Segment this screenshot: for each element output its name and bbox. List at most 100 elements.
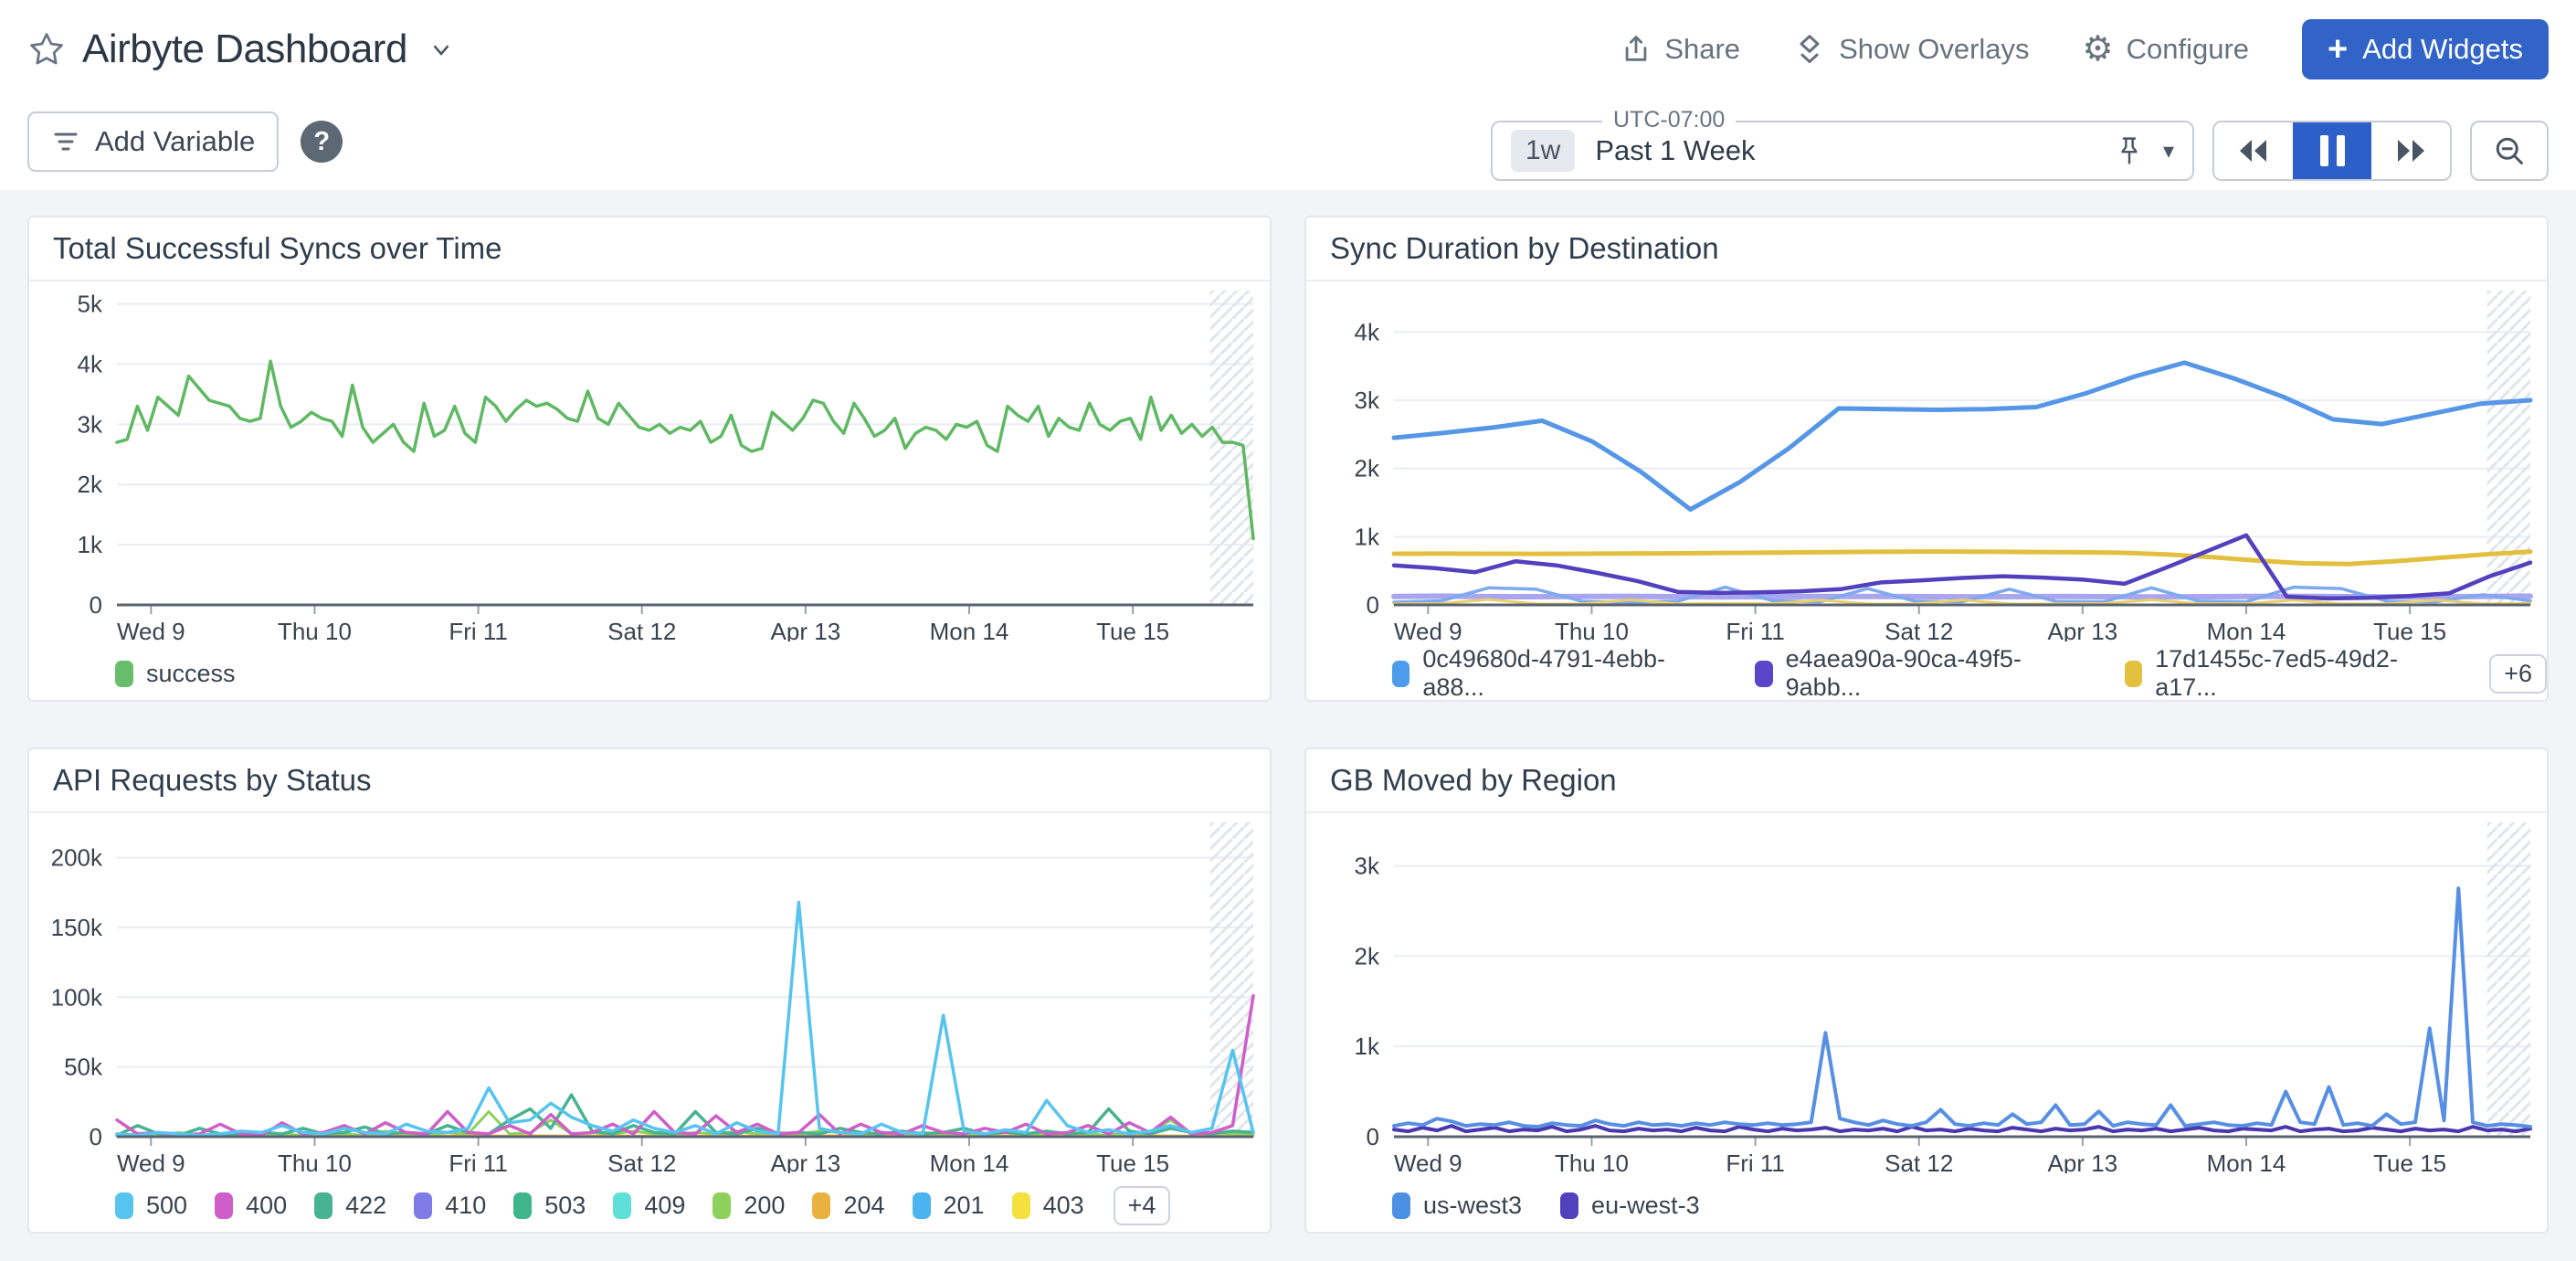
- time-media-controls: [2212, 121, 2452, 181]
- legend-label: 500: [146, 1192, 187, 1220]
- svg-text:3k: 3k: [1355, 387, 1380, 414]
- share-icon: [1621, 34, 1652, 65]
- svg-text:Apr 13: Apr 13: [2048, 618, 2118, 641]
- legend-item[interactable]: us-west3: [1392, 1192, 1522, 1220]
- svg-text:0: 0: [90, 1123, 102, 1150]
- time-range-selector[interactable]: UTC-07:00 1w Past 1 Week ▾: [1491, 121, 2194, 181]
- svg-text:Wed 9: Wed 9: [1394, 618, 1462, 641]
- sync-duration-legend: 0c49680d-4791-4ebb-a88... e4aea90a-90ca-4…: [1306, 640, 2547, 702]
- legend-item[interactable]: 410: [414, 1192, 486, 1220]
- api-requests-legend: 500 400 422 410 503 409 200 204 201 403 +4: [29, 1171, 1270, 1234]
- legend-label: eu-west-3: [1591, 1192, 1700, 1220]
- sync-duration-chart[interactable]: 01k2k3k4kWed 9Thu 10Fri 11Sat 12Apr 13Mo…: [1306, 281, 2547, 640]
- share-button[interactable]: Share: [1621, 33, 1740, 66]
- widget-api-requests: API Requests by Status 050k100k150k200kW…: [27, 747, 1272, 1234]
- total-syncs-legend: success: [29, 640, 1270, 702]
- legend-color-chip: [1755, 661, 1772, 687]
- svg-text:Wed 9: Wed 9: [1394, 1150, 1462, 1173]
- legend-item[interactable]: 500: [115, 1192, 187, 1220]
- widget-header: API Requests by Status: [29, 749, 1270, 813]
- legend-item[interactable]: 503: [513, 1192, 586, 1220]
- widget-header: Sync Duration by Destination: [1306, 217, 2547, 281]
- total-syncs-chart[interactable]: 01k2k3k4k5kWed 9Thu 10Fri 11Sat 12Apr 13…: [29, 281, 1270, 640]
- svg-text:Thu 10: Thu 10: [278, 1150, 352, 1173]
- legend-overflow-badge[interactable]: +4: [1114, 1186, 1171, 1225]
- legend-item[interactable]: 422: [314, 1192, 386, 1220]
- legend-item[interactable]: 409: [613, 1192, 685, 1220]
- svg-text:Sat 12: Sat 12: [607, 618, 676, 641]
- gb-moved-chart[interactable]: 01k2k3kWed 9Thu 10Fri 11Sat 12Apr 13Mon …: [1306, 813, 2547, 1171]
- configure-button[interactable]: ⚙ Configure: [2083, 32, 2250, 67]
- rewind-button[interactable]: [2214, 122, 2293, 179]
- show-overlays-button[interactable]: Show Overlays: [1793, 33, 2029, 66]
- svg-text:3k: 3k: [1355, 853, 1380, 880]
- legend-item[interactable]: 17d1455c-7ed5-49d2-a17...: [2125, 645, 2449, 702]
- legend-color-chip: [115, 661, 133, 687]
- legend-item[interactable]: 204: [812, 1192, 884, 1220]
- svg-text:Fri 11: Fri 11: [449, 1150, 508, 1173]
- fast-forward-button[interactable]: [2371, 122, 2450, 179]
- add-variable-button[interactable]: Add Variable: [27, 111, 279, 172]
- svg-text:1k: 1k: [1355, 1033, 1380, 1060]
- legend-color-chip: [1012, 1192, 1030, 1219]
- legend-item[interactable]: 200: [713, 1192, 785, 1220]
- range-short-chip[interactable]: 1w: [1511, 130, 1575, 172]
- svg-text:Mon 14: Mon 14: [2207, 1150, 2286, 1173]
- chart-canvas: 01k2k3k4k5kWed 9Thu 10Fri 11Sat 12Apr 13…: [33, 283, 1266, 641]
- legend-item[interactable]: 0c49680d-4791-4ebb-a88...: [1392, 645, 1716, 702]
- legend-color-chip: [1392, 1192, 1410, 1219]
- legend-color-chip: [1560, 1192, 1578, 1219]
- svg-text:0: 0: [90, 591, 102, 619]
- pause-button[interactable]: [2293, 122, 2371, 179]
- legend-item[interactable]: 201: [913, 1192, 985, 1220]
- pin-icon[interactable]: [2116, 135, 2143, 166]
- favorite-star-icon[interactable]: [27, 30, 66, 69]
- svg-text:Sat 12: Sat 12: [1884, 1150, 1953, 1173]
- legend-color-chip: [1392, 661, 1409, 687]
- legend-label: e4aea90a-90ca-49f5-9abb...: [1786, 645, 2086, 702]
- svg-text:0: 0: [1367, 591, 1379, 619]
- svg-text:0: 0: [1367, 1123, 1379, 1150]
- widget-sync-duration: Sync Duration by Destination 01k2k3k4kWe…: [1304, 216, 2549, 702]
- svg-text:Apr 13: Apr 13: [2048, 1150, 2118, 1173]
- widget-header: GB Moved by Region: [1306, 749, 2547, 813]
- widget-total-successful-syncs: Total Successful Syncs over Time 01k2k3k…: [27, 216, 1272, 702]
- variable-bar: Add Variable ? UTC-07:00 1w Past 1 Week …: [0, 99, 2576, 190]
- svg-text:Fri 11: Fri 11: [1726, 618, 1785, 641]
- svg-text:Tue 15: Tue 15: [1096, 618, 1169, 641]
- svg-text:Mon 14: Mon 14: [930, 618, 1009, 641]
- legend-label: 201: [944, 1192, 985, 1220]
- legend-label: 403: [1043, 1192, 1084, 1220]
- legend-color-chip: [613, 1192, 631, 1219]
- timezone-label: UTC-07:00: [1602, 107, 1736, 133]
- zoom-out-icon: [2493, 134, 2526, 167]
- svg-text:Apr 13: Apr 13: [771, 618, 841, 641]
- legend-item[interactable]: success: [115, 660, 236, 688]
- chart-canvas: 01k2k3k4kWed 9Thu 10Fri 11Sat 12Apr 13Mo…: [1310, 283, 2543, 641]
- svg-text:4k: 4k: [1355, 318, 1380, 345]
- zoom-out-button[interactable]: [2470, 121, 2549, 181]
- legend-label: 409: [644, 1192, 685, 1220]
- legend-item[interactable]: e4aea90a-90ca-49f5-9abb...: [1755, 645, 2086, 702]
- gear-icon: ⚙: [2083, 32, 2114, 67]
- legend-overflow-badge[interactable]: +6: [2489, 654, 2547, 694]
- help-icon[interactable]: ?: [301, 121, 343, 163]
- svg-text:Tue 15: Tue 15: [1096, 1150, 1169, 1173]
- legend-color-chip: [913, 1192, 931, 1219]
- api-requests-chart[interactable]: 050k100k150k200kWed 9Thu 10Fri 11Sat 12A…: [29, 813, 1270, 1171]
- time-dropdown-caret-icon[interactable]: ▾: [2163, 138, 2174, 164]
- svg-text:100k: 100k: [51, 983, 103, 1011]
- widget-title: GB Moved by Region: [1330, 763, 1617, 797]
- svg-text:4k: 4k: [78, 350, 103, 377]
- add-widgets-button[interactable]: + Add Widgets: [2302, 19, 2549, 79]
- svg-text:Sat 12: Sat 12: [607, 1150, 676, 1173]
- range-label: Past 1 Week: [1595, 134, 2096, 167]
- svg-text:Mon 14: Mon 14: [2207, 618, 2286, 641]
- chart-canvas: 050k100k150k200kWed 9Thu 10Fri 11Sat 12A…: [33, 815, 1266, 1173]
- legend-item[interactable]: 400: [215, 1192, 287, 1220]
- legend-label: 410: [445, 1192, 486, 1220]
- title-dropdown-chevron-icon[interactable]: [428, 36, 455, 63]
- legend-label: 200: [744, 1192, 785, 1220]
- legend-item[interactable]: 403: [1012, 1192, 1084, 1220]
- legend-item[interactable]: eu-west-3: [1560, 1192, 1700, 1220]
